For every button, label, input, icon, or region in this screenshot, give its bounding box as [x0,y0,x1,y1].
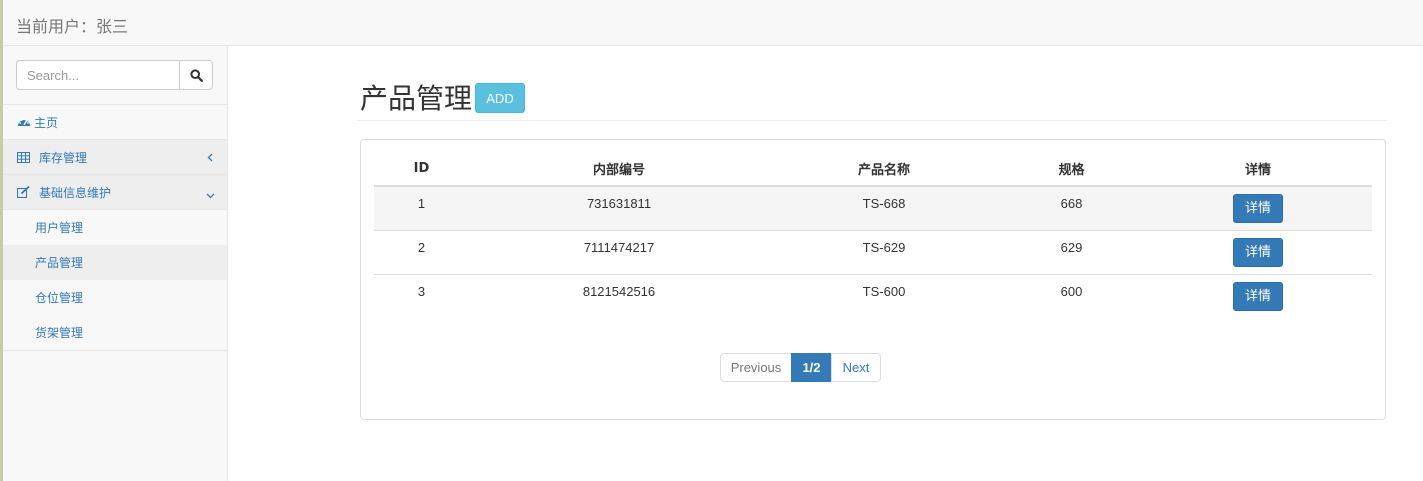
cell-action: 详情 [1144,273,1372,318]
cell-code: 8121542516 [469,273,769,318]
product-panel: ID 内部编号 产品名称 规格 详情 1 731631811 TS-668 66… [360,139,1386,420]
sidebar-item-label: 库存管理 [39,150,88,165]
table-header-row: ID 内部编号 产品名称 规格 详情 [374,151,1372,187]
pagination-next[interactable]: Next [831,353,881,382]
chevron-left-icon [207,151,213,165]
sidebar-item-basic-info[interactable]: 基础信息维护 [3,175,227,210]
app-window: 当前用户：张三 主页 [0,0,1423,481]
cell-id: 1 [374,185,469,230]
column-header-spec: 规格 [999,151,1144,187]
search-input[interactable] [16,60,179,90]
top-navbar: 当前用户：张三 [3,0,1423,46]
table-row: 2 7111474217 TS-629 629 详情 [374,229,1372,274]
column-header-detail: 详情 [1144,151,1372,187]
cell-spec: 668 [999,185,1144,230]
cell-action: 详情 [1144,185,1372,230]
chevron-down-icon [206,188,215,202]
search-icon [189,68,203,82]
column-header-id: ID [374,151,469,187]
column-header-code: 内部编号 [469,151,769,187]
sidebar-item-location-management[interactable]: 仓位管理 [3,280,227,315]
cell-spec: 600 [999,273,1144,318]
cell-action: 详情 [1144,229,1372,274]
pagination-previous[interactable]: Previous [720,353,792,382]
sidebar-item-shelf-management[interactable]: 货架管理 [3,315,227,350]
detail-button[interactable]: 详情 [1233,281,1283,311]
pagination: Previous 1/2 Next [720,353,881,382]
sidebar: 主页 库存管理 [3,46,228,481]
sidebar-submenu: 用户管理 产品管理 仓位管理 货架管理 [3,210,227,351]
sidebar-item-user-management[interactable]: 用户管理 [3,210,227,245]
cell-name: TS-668 [769,185,999,230]
detail-button[interactable]: 详情 [1233,194,1283,223]
sidebar-item-home[interactable]: 主页 [3,105,227,140]
search-button[interactable] [179,60,213,90]
sidebar-item-product-management[interactable]: 产品管理 [3,245,227,280]
pagination-current[interactable]: 1/2 [791,353,832,382]
sidebar-item-label: 基础信息维护 [39,185,112,200]
page-header: 产品管理 ADD [357,46,1387,121]
edit-icon [17,186,33,198]
sidebar-search [3,46,227,105]
table-icon [17,151,33,163]
cell-id: 2 [374,229,469,274]
sidebar-item-label: 主页 [34,115,59,130]
table-row: 3 8121542516 TS-600 600 详情 [374,273,1372,318]
page-title: 产品管理 [360,82,473,115]
dashboard-icon [17,116,33,128]
add-button[interactable]: ADD [475,83,525,113]
column-header-name: 产品名称 [769,151,999,187]
cell-id: 3 [374,273,469,318]
table-row: 1 731631811 TS-668 668 详情 [374,185,1372,230]
cell-code: 7111474217 [469,229,769,274]
cell-spec: 629 [999,229,1144,274]
cell-name: TS-600 [769,273,999,318]
cell-code: 731631811 [469,185,769,230]
sidebar-item-inventory[interactable]: 库存管理 [3,140,227,175]
cell-name: TS-629 [769,229,999,274]
main-content: 产品管理 ADD ID 内部编号 产品名称 规格 详情 1 731631811 … [357,46,1387,420]
current-user-label: 当前用户：张三 [16,17,129,36]
detail-button[interactable]: 详情 [1233,237,1283,267]
product-table: ID 内部编号 产品名称 规格 详情 1 731631811 TS-668 66… [374,151,1372,318]
